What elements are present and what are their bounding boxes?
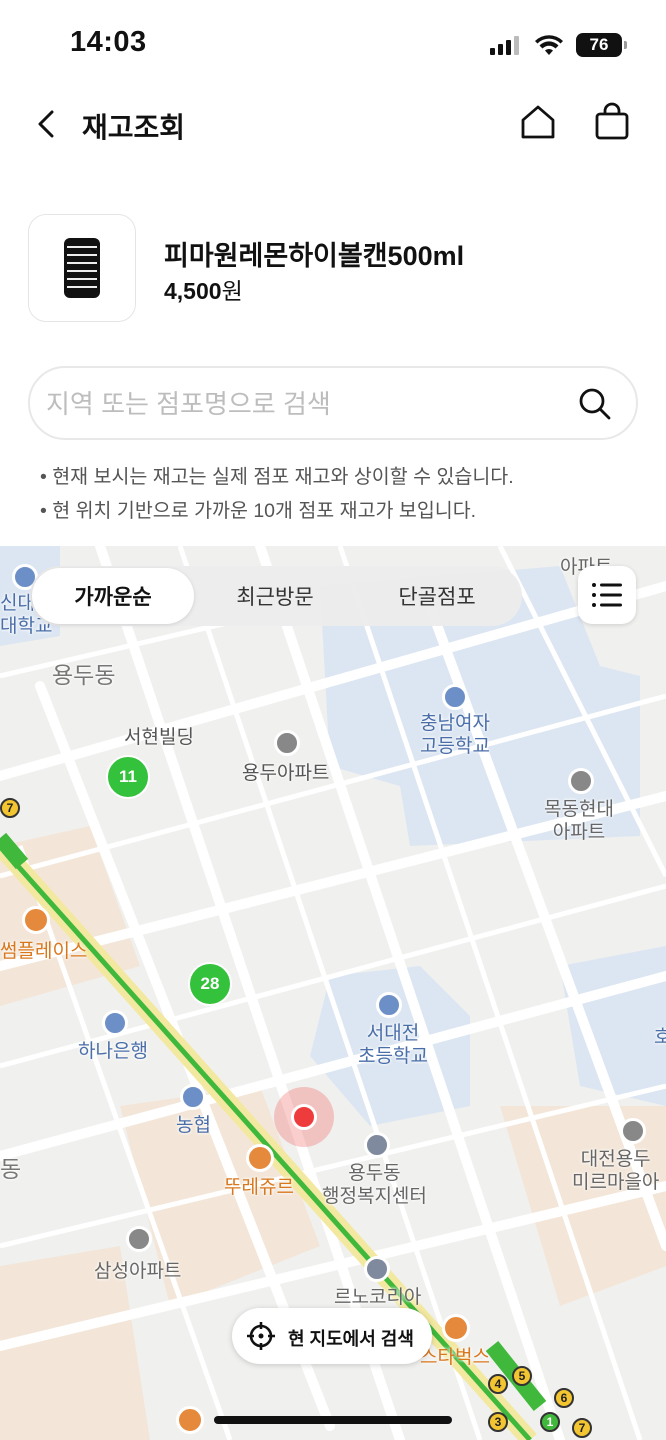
map-label-apartment: 대전용두 미르마을아 (572, 1149, 660, 1193)
home-icon[interactable] (516, 100, 560, 144)
back-arrow-icon[interactable] (28, 102, 68, 146)
signal-icon (490, 36, 519, 55)
bus-stop-marker[interactable]: 28 (188, 962, 232, 1006)
map-label-office: 용두동 행정복지센터 (322, 1163, 427, 1207)
notice-line: • 현 위치 기반으로 가까운 10개 점포 재고가 보입니다. (40, 500, 477, 522)
apartment-pin-icon[interactable] (274, 730, 300, 756)
product-price: 4,500원 (164, 272, 243, 306)
subway-exit-marker: 7 (0, 798, 20, 818)
page-title: 재고조회 (82, 112, 186, 143)
product-name: 피마원레몬하이볼캔500ml (164, 241, 465, 271)
map-label-cafe: 스타벅스 (420, 1347, 490, 1368)
price-value: 4,500 (164, 278, 222, 304)
status-time: 14:03 (70, 26, 147, 58)
store-map[interactable]: 용두동 서현빌딩 용두아파트 충남여자 고등학교 목동현대 아파트 썸플레이스 … (0, 546, 666, 1440)
wifi-icon (535, 35, 563, 55)
subway-exit-marker: 1 (540, 1412, 560, 1432)
map-label-bakery: 뚜레쥬르 (224, 1177, 294, 1198)
shop-pin-icon[interactable] (364, 1256, 390, 1282)
bakery-pin-icon[interactable] (246, 1144, 274, 1172)
notice-line: • 현재 보시는 재고는 실제 점포 재고와 상이할 수 있습니다. (40, 466, 514, 488)
school-pin-icon[interactable] (442, 684, 468, 710)
search-icon[interactable] (576, 385, 614, 423)
apartment-pin-icon[interactable] (620, 1118, 646, 1144)
map-label-bank: 하나은행 (78, 1041, 148, 1062)
list-icon (592, 583, 622, 607)
map-label-area: 동 (0, 1156, 22, 1182)
restaurant-pin-icon[interactable] (176, 1406, 204, 1434)
subway-exit-marker: 6 (554, 1388, 574, 1408)
map-label-area: 용두동 (52, 662, 116, 688)
apartment-pin-icon[interactable] (126, 1226, 152, 1252)
product-image (28, 214, 136, 322)
bank-pin-icon[interactable] (102, 1010, 128, 1036)
map-label-bank: 농협 (176, 1115, 211, 1136)
subway-exit-marker: 4 (488, 1374, 508, 1394)
store-search-input[interactable] (46, 386, 566, 422)
subway-exit-marker: 5 (512, 1366, 532, 1386)
government-office-pin-icon[interactable] (364, 1132, 390, 1158)
crosshair-icon (247, 1322, 275, 1350)
subway-exit-marker: 3 (488, 1412, 508, 1432)
price-currency: 원 (221, 278, 243, 304)
can-image-icon (64, 238, 100, 298)
map-label-school: 호 (654, 1027, 666, 1048)
list-view-button[interactable] (578, 566, 636, 624)
tab-recent-visit[interactable]: 최근방문 (194, 566, 356, 626)
current-location-marker (274, 1087, 334, 1147)
home-indicator (214, 1416, 452, 1424)
apartment-pin-icon[interactable] (568, 768, 594, 794)
map-label-school: 충남여자 고등학교 (420, 713, 490, 757)
map-label-school: 서대전 초등학교 (358, 1023, 428, 1067)
school-pin-icon[interactable] (376, 992, 402, 1018)
sort-tabs: 가까운순 최근방문 단골점포 (30, 566, 522, 626)
tab-nearest[interactable]: 가까운순 (32, 568, 194, 624)
status-bar: 14:03 76 (0, 0, 666, 88)
search-this-area-label: 현 지도에서 검색 (288, 1329, 414, 1349)
cafe-pin-icon[interactable] (22, 906, 50, 934)
status-icons: 76 (490, 30, 627, 60)
store-search-box (28, 366, 638, 440)
battery-indicator: 76 (576, 33, 627, 57)
bank-pin-icon[interactable] (180, 1084, 206, 1110)
product-card: 피마원레몬하이볼캔500ml 4,500원 (28, 214, 648, 322)
shopping-bag-icon[interactable] (590, 100, 634, 144)
cafe-pin-icon[interactable] (442, 1314, 470, 1342)
search-this-area-button[interactable]: 현 지도에서 검색 (232, 1308, 432, 1364)
tab-favorite-store[interactable]: 단골점포 (356, 566, 518, 626)
map-label-apartment: 용두아파트 (242, 763, 330, 784)
app-header: 재고조회 (0, 88, 666, 160)
stock-notice: • 현재 보시는 재고는 실제 점포 재고와 상이할 수 있습니다. • 현 위… (40, 460, 640, 528)
map-label-apartment: 삼성아파트 (94, 1261, 182, 1282)
subway-exit-marker: 7 (572, 1418, 592, 1438)
map-label-shop: 르노코리아 (334, 1287, 422, 1308)
bus-stop-marker[interactable]: 11 (106, 755, 150, 799)
map-label-building: 서현빌딩 (124, 727, 194, 748)
map-label-apartment: 목동현대 아파트 (544, 799, 614, 843)
map-label-cafe: 썸플레이스 (0, 941, 88, 962)
